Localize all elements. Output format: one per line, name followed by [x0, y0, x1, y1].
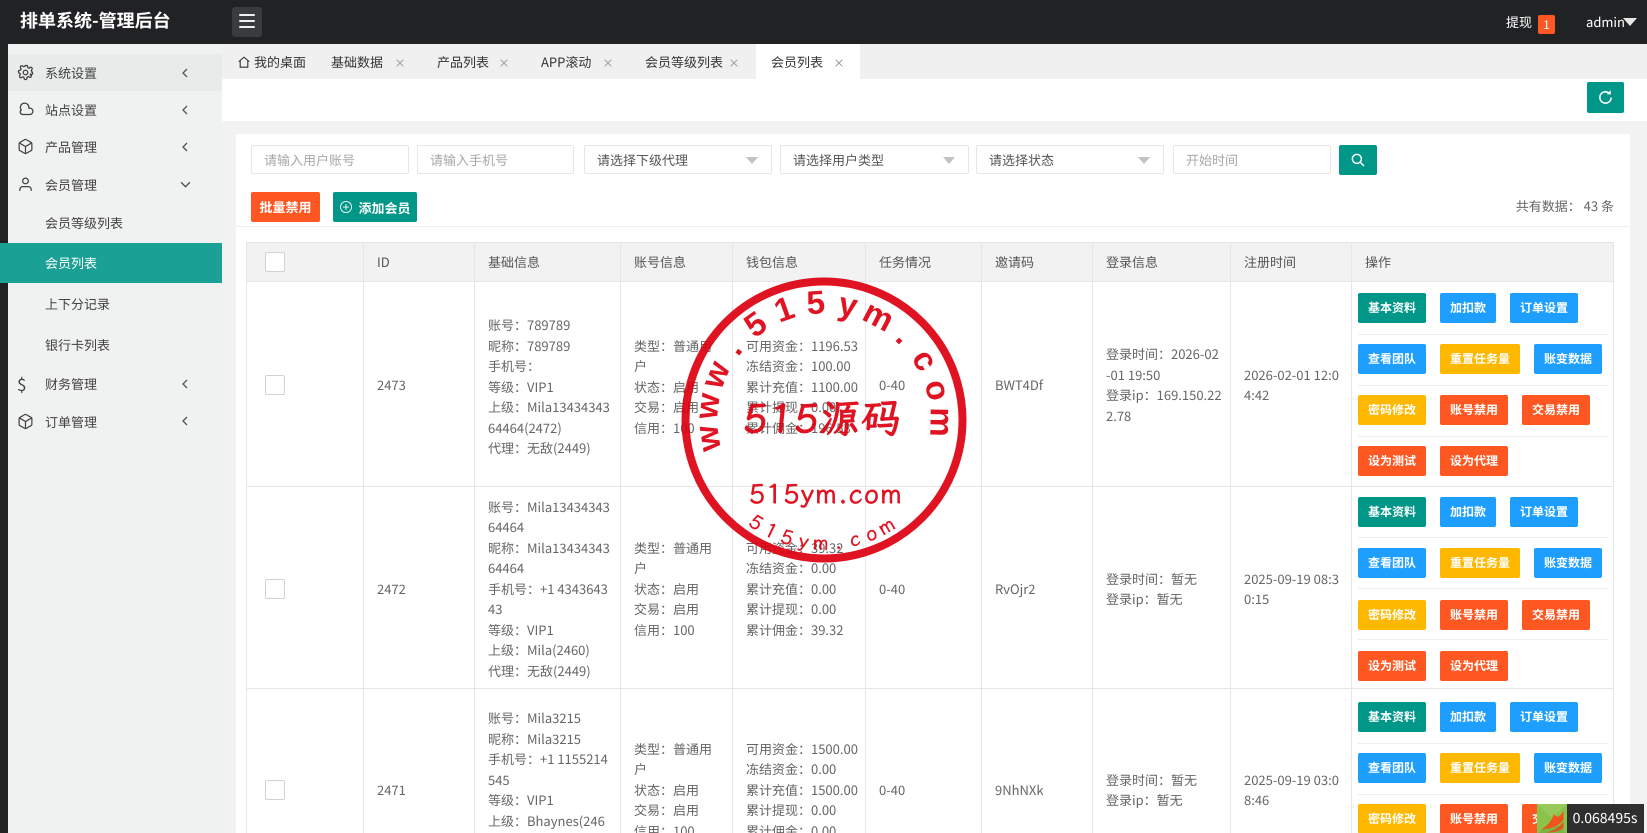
svg-text:1: 1: [769, 288, 799, 329]
svg-text:w: w: [686, 391, 726, 422]
svg-text:.: .: [832, 527, 842, 555]
svg-text:.: .: [714, 331, 749, 361]
svg-text:c: c: [845, 524, 862, 553]
svg-text:m: m: [923, 407, 961, 437]
svg-text:5: 5: [777, 522, 797, 551]
svg-text:515ym.com: 515ym.com: [748, 475, 902, 511]
svg-text:m: m: [812, 528, 829, 555]
svg-text:5: 5: [805, 283, 826, 321]
svg-text:.: .: [889, 318, 921, 351]
svg-text:y: y: [796, 526, 810, 554]
svg-text:515源码: 515源码: [740, 392, 905, 444]
svg-text:5: 5: [736, 304, 773, 345]
svg-text:y: y: [835, 285, 861, 325]
svg-text:w: w: [687, 423, 728, 455]
svg-text:o: o: [917, 375, 958, 404]
svg-text:c: c: [904, 342, 945, 377]
